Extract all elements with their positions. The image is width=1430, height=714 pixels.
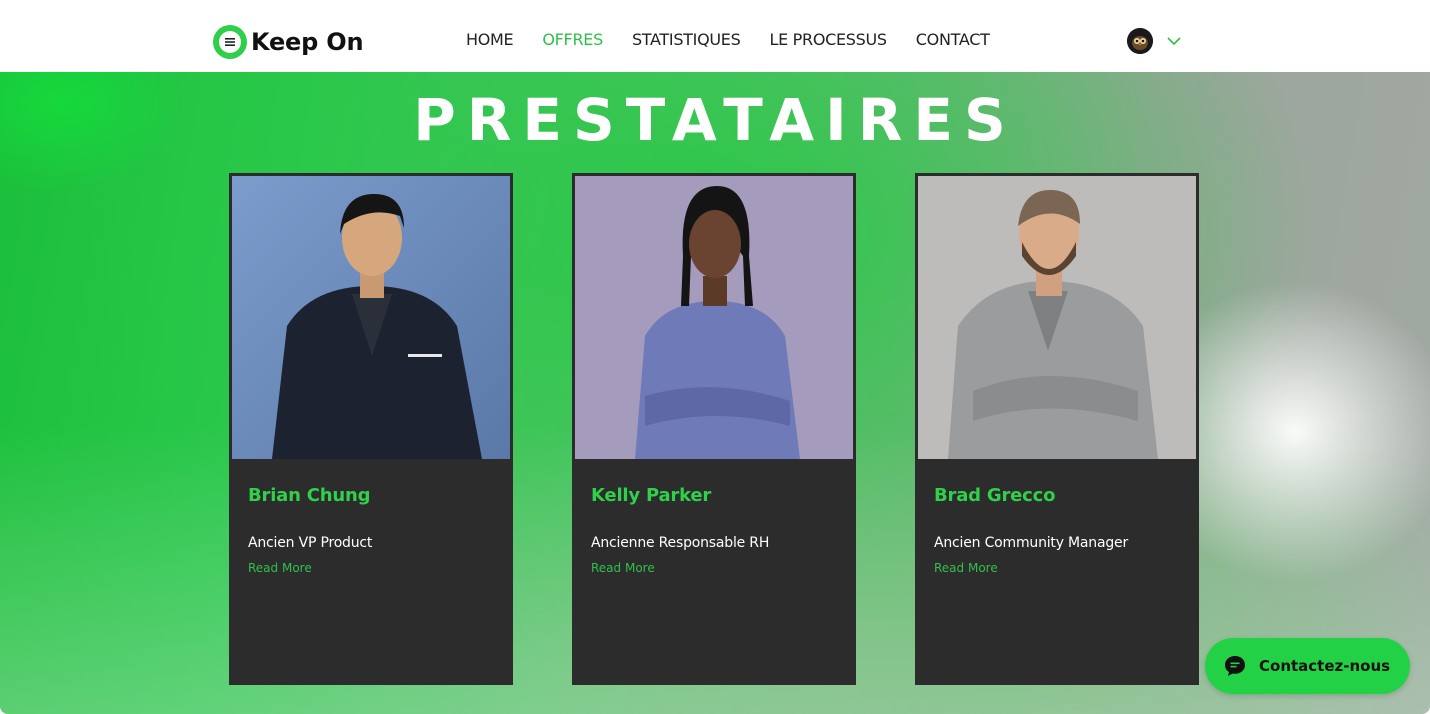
nav-item-statistiques[interactable]: STATISTIQUES: [632, 30, 741, 49]
chevron-down-icon[interactable]: [1165, 34, 1183, 48]
main-nav: HOME OFFRES STATISTIQUES LE PROCESSUS CO…: [466, 30, 1019, 49]
nav-item-le-processus[interactable]: LE PROCESSUS: [769, 30, 887, 49]
provider-role: Ancien Community Manager: [934, 535, 1129, 551]
account-menu[interactable]: [1127, 28, 1183, 54]
provider-photo: [918, 176, 1196, 459]
brand-name: Keep On: [251, 28, 364, 56]
provider-photo: [232, 176, 510, 459]
nav-item-offres[interactable]: OFFRES: [542, 30, 603, 49]
brand-logo[interactable]: Keep On: [213, 24, 364, 60]
nav-item-contact[interactable]: CONTACT: [916, 30, 990, 49]
read-more-link[interactable]: Read More: [591, 561, 655, 575]
page-title: PRESTATAIRES: [413, 86, 1017, 154]
read-more-link[interactable]: Read More: [248, 561, 312, 575]
provider-card: Kelly Parker Ancienne Responsable RH Rea…: [572, 173, 856, 685]
contact-button-label: Contactez-nous: [1259, 657, 1391, 675]
provider-name: Brian Chung: [248, 485, 371, 506]
logo-icon: [213, 25, 247, 59]
provider-role: Ancienne Responsable RH: [591, 535, 770, 551]
provider-name: Kelly Parker: [591, 485, 712, 506]
provider-photo: [575, 176, 853, 459]
owl-avatar-icon: [1127, 28, 1153, 54]
hero-section: PRESTATAIRES Brian Chung Ancien VP Produ…: [0, 72, 1430, 714]
site-header: Keep On HOME OFFRES STATISTIQUES LE PROC…: [0, 0, 1430, 72]
provider-card: Brad Grecco Ancien Community Manager Rea…: [915, 173, 1199, 685]
read-more-link[interactable]: Read More: [934, 561, 998, 575]
provider-card: Brian Chung Ancien VP Product Read More: [229, 173, 513, 685]
nav-item-home[interactable]: HOME: [466, 30, 514, 49]
provider-name: Brad Grecco: [934, 485, 1056, 506]
contact-chat-button[interactable]: Contactez-nous: [1205, 638, 1410, 694]
provider-role: Ancien VP Product: [248, 535, 373, 551]
chat-bubble-icon: [1225, 656, 1245, 676]
